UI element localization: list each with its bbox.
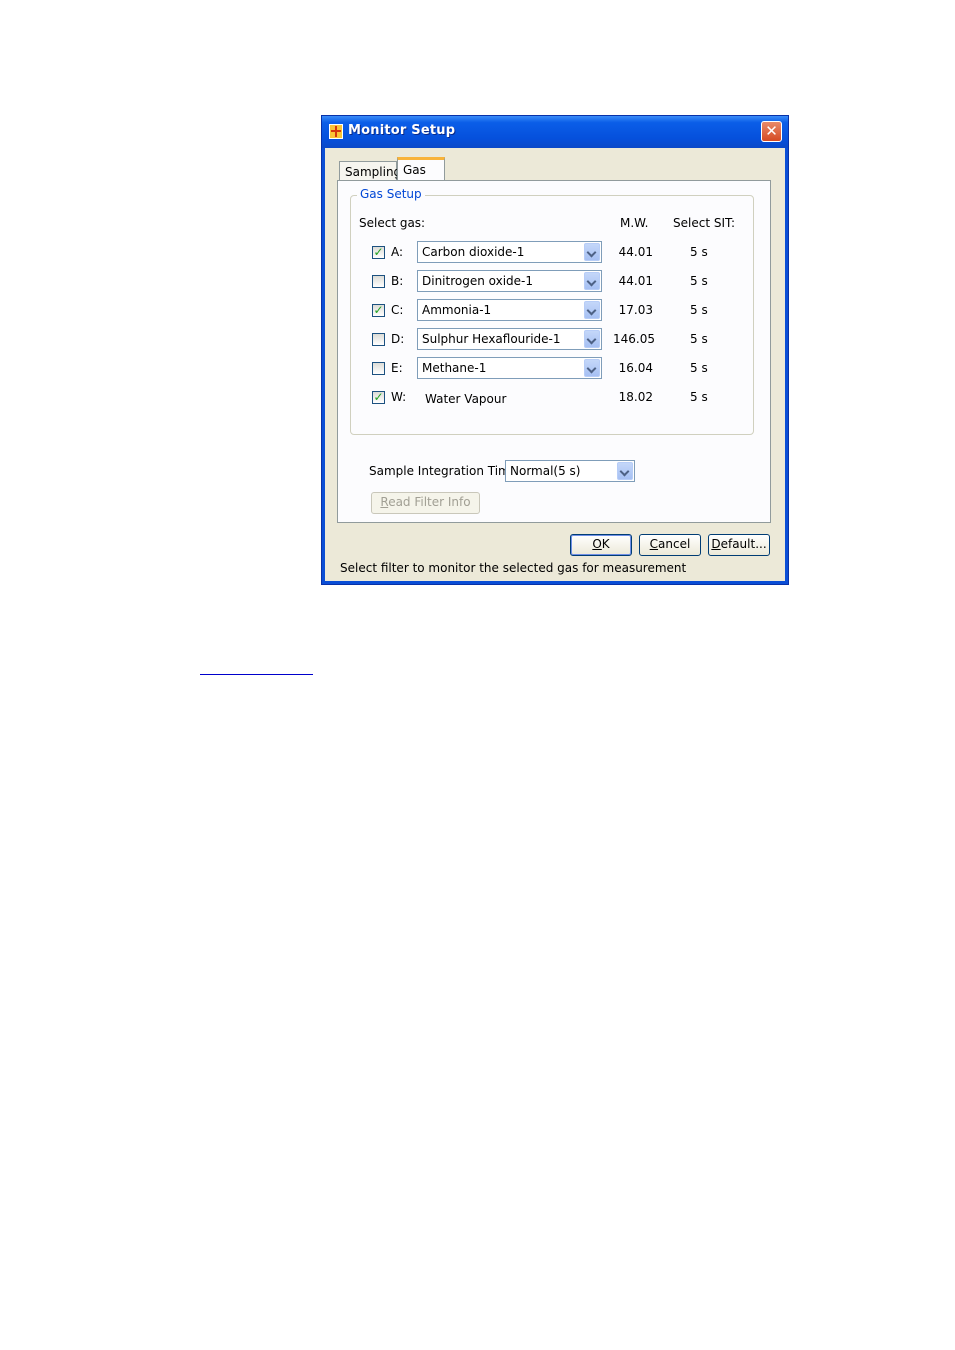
status-text: Select filter to monitor the selected ga… xyxy=(340,561,687,575)
gas-row-1-letter: B: xyxy=(391,274,404,288)
gas-row-4-gas-name: Methane-1 xyxy=(422,361,487,375)
gas-row-1-mw: 44.01 xyxy=(618,274,653,288)
mw-header: M.W. xyxy=(620,216,649,230)
gas-row-1-checkbox[interactable] xyxy=(372,275,385,288)
gas-row-1-select[interactable]: Dinitrogen oxide-1 xyxy=(417,270,602,292)
monitor-setup-dialog: Monitor Setup ✕ Sampling Gas Gas Setup S… xyxy=(321,115,789,585)
title-bar[interactable]: Monitor Setup ✕ xyxy=(322,116,788,148)
group-title: Gas Setup xyxy=(357,187,425,201)
chevron-down-icon[interactable] xyxy=(617,462,633,480)
gas-row-4-select[interactable]: Methane-1 xyxy=(417,357,602,379)
gas-row-3-sit: 5 s xyxy=(690,332,708,346)
gas-row-0-gas-name: Carbon dioxide-1 xyxy=(422,245,525,259)
gas-tab-panel: Gas Setup Select gas: M.W. Select SIT: ✓… xyxy=(337,180,771,523)
gas-row-2-select[interactable]: Ammonia-1 xyxy=(417,299,602,321)
chevron-down-icon[interactable] xyxy=(584,301,600,319)
integration-time-select[interactable]: Normal(5 s) xyxy=(505,460,635,482)
window-title: Monitor Setup xyxy=(348,123,456,138)
gas-row-4-letter: E: xyxy=(391,361,403,375)
chevron-down-icon[interactable] xyxy=(584,272,600,290)
app-icon xyxy=(329,124,343,139)
gas-row-0-sit: 5 s xyxy=(690,245,708,259)
sit-header: Select SIT: xyxy=(673,216,736,230)
gas-row-1-gas-name: Dinitrogen oxide-1 xyxy=(422,274,534,288)
gas-row-5-mw: 18.02 xyxy=(618,390,653,404)
gas-row-0-checkbox[interactable]: ✓ xyxy=(372,246,385,259)
gas-row-2-mw: 17.03 xyxy=(618,303,653,317)
link-underline xyxy=(200,674,313,675)
gas-row-3-letter: D: xyxy=(391,332,405,346)
default-button[interactable]: Default... xyxy=(708,534,770,556)
close-button[interactable]: ✕ xyxy=(761,121,782,142)
gas-row-2-checkbox[interactable]: ✓ xyxy=(372,304,385,317)
gas-row-0-letter: A: xyxy=(391,245,404,259)
gas-setup-group: Gas Setup Select gas: M.W. Select SIT: ✓… xyxy=(350,187,754,435)
gas-row-5-checkbox[interactable]: ✓ xyxy=(372,391,385,404)
gas-row-0-select[interactable]: Carbon dioxide-1 xyxy=(417,241,602,263)
gas-row-2-sit: 5 s xyxy=(690,303,708,317)
gas-row-1-sit: 5 s xyxy=(690,274,708,288)
read-filter-info-button[interactable]: Read Filter Info xyxy=(371,492,480,514)
gas-row-3-mw: 146.05 xyxy=(613,332,655,346)
chevron-down-icon[interactable] xyxy=(584,243,600,261)
gas-row-4-mw: 16.04 xyxy=(618,361,653,375)
gas-row-3-select[interactable]: Sulphur Hexaflouride-1 xyxy=(417,328,602,350)
tab-gas[interactable]: Gas xyxy=(397,157,445,182)
chevron-down-icon[interactable] xyxy=(584,330,600,348)
gas-row-4-checkbox[interactable] xyxy=(372,362,385,375)
gas-row-5-letter: W: xyxy=(391,390,407,404)
gas-row-3-gas-name: Sulphur Hexaflouride-1 xyxy=(422,332,561,346)
gas-row-4-sit: 5 s xyxy=(690,361,708,375)
gas-row-5-gas-name: Water Vapour xyxy=(425,392,507,406)
select-gas-label: Select gas: xyxy=(359,216,426,230)
gas-row-2-gas-name: Ammonia-1 xyxy=(422,303,492,317)
gas-row-0-mw: 44.01 xyxy=(618,245,653,259)
integration-time-label: Sample Integration Time: xyxy=(369,464,522,478)
gas-row-3-checkbox[interactable] xyxy=(372,333,385,346)
cancel-button[interactable]: Cancel xyxy=(639,534,701,556)
ok-button[interactable]: OK xyxy=(570,534,632,556)
chevron-down-icon[interactable] xyxy=(584,359,600,377)
gas-row-2-letter: C: xyxy=(391,303,404,317)
dialog-client-area: Sampling Gas Gas Setup Select gas: M.W. … xyxy=(325,148,785,581)
integration-time-value: Normal(5 s) xyxy=(510,464,581,478)
tab-sampling[interactable]: Sampling xyxy=(339,161,401,181)
gas-row-5-sit: 5 s xyxy=(690,390,708,404)
